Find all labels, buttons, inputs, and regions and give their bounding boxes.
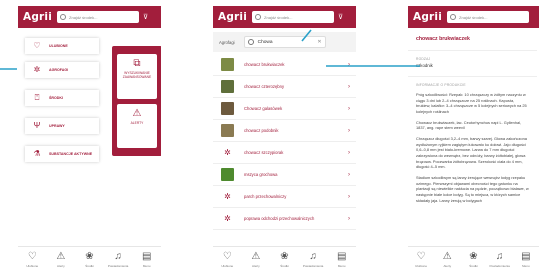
arrow-to-search (301, 29, 312, 42)
flow-arrows (0, 29, 420, 70)
